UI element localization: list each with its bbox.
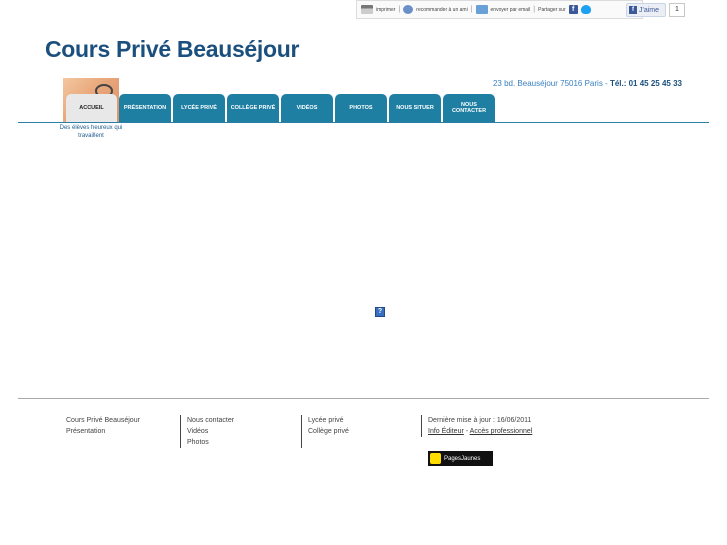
footer-link-lycee[interactable]: Lycée privé [308, 415, 349, 426]
recommend-icon[interactable] [403, 5, 414, 14]
email-link[interactable]: envoyer par email [491, 7, 531, 13]
separator: | [470, 6, 473, 13]
separator: | [398, 6, 401, 13]
pagesjaunes-label: PagesJaunes [444, 455, 481, 462]
footer-link-contact[interactable]: Nous contacter [187, 415, 234, 426]
facebook-icon[interactable]: f [568, 5, 578, 14]
print-link[interactable]: imprimer [376, 7, 395, 13]
footer-legal-links: Info Éditeur - Accès professionnel [428, 426, 532, 437]
last-update: Dernière mise à jour : 16/06/2011 [428, 417, 532, 424]
footer-divider [18, 398, 709, 399]
nav-tab-accueil[interactable]: ACCUEIL [66, 94, 117, 122]
nav-tab-videos[interactable]: VIDÉOS [281, 94, 333, 122]
address-text: 23 bd. Beauséjour 75016 Paris [492, 79, 603, 88]
main-nav: ACCUEIL PRÉSENTATION LYCÉE PRIVÉ COLLÈGE… [66, 94, 495, 122]
email-icon[interactable] [475, 5, 488, 14]
column-divider [301, 415, 302, 448]
missing-plugin-icon[interactable]: ? [375, 307, 385, 317]
footer-link-presentation[interactable]: Présentation [66, 426, 140, 437]
nav-tab-college[interactable]: COLLÈGE PRIVÉ [227, 94, 279, 122]
like-label: J'aime [639, 6, 660, 14]
share-toolbar: imprimer | recommander à un ami | envoye… [356, 0, 643, 19]
recommend-link[interactable]: recommander à un ami [416, 7, 467, 13]
photo-caption: Des élèves heureux qui travaillent [59, 125, 123, 139]
footer-link-college[interactable]: Collège privé [308, 426, 349, 437]
print-icon[interactable] [361, 5, 373, 14]
footer-link-photos[interactable]: Photos [187, 437, 234, 448]
site-title[interactable]: Cours Privé Beauséjour [45, 36, 299, 63]
nav-divider [18, 122, 709, 123]
footer-link-home[interactable]: Cours Privé Beauséjour [66, 415, 140, 426]
facebook-icon: f [629, 6, 637, 14]
phone-number: Tél.: 01 45 25 45 33 [609, 79, 682, 88]
footer-column-4: Dernière mise à jour : 16/06/2011 Info É… [421, 415, 532, 437]
acces-pro-link[interactable]: Accès professionnel [470, 428, 533, 435]
like-count: 1 [669, 3, 685, 17]
address-separator: - [602, 79, 610, 88]
nav-tab-situer[interactable]: NOUS SITUER [389, 94, 441, 122]
column-divider [421, 415, 422, 437]
nav-tab-lycee[interactable]: LYCÉE PRIVÉ [173, 94, 225, 122]
footer-column-3: Lycée privé Collège privé [301, 415, 349, 448]
nav-tab-contact[interactable]: NOUS CONTACTER [443, 94, 495, 122]
info-editeur-link[interactable]: Info Éditeur [428, 428, 464, 435]
facebook-like-button[interactable]: f J'aime [626, 3, 666, 17]
pagesjaunes-logo-icon [430, 453, 441, 464]
footer-column-2: Nous contacter Vidéos Photos [180, 415, 234, 448]
separator: | [533, 6, 536, 13]
footer-column-1: Cours Privé Beauséjour Présentation [66, 415, 140, 437]
column-divider [180, 415, 181, 448]
address-line: 23 bd. Beauséjour 75016 Paris - Tél.: 01… [493, 79, 682, 88]
pagesjaunes-badge[interactable]: PagesJaunes [428, 451, 493, 466]
nav-tab-presentation[interactable]: PRÉSENTATION [119, 94, 171, 122]
twitter-icon[interactable] [580, 5, 591, 14]
nav-tab-photos[interactable]: PHOTOS [335, 94, 387, 122]
footer-link-videos[interactable]: Vidéos [187, 426, 234, 437]
share-label: Partager sur [538, 6, 566, 13]
